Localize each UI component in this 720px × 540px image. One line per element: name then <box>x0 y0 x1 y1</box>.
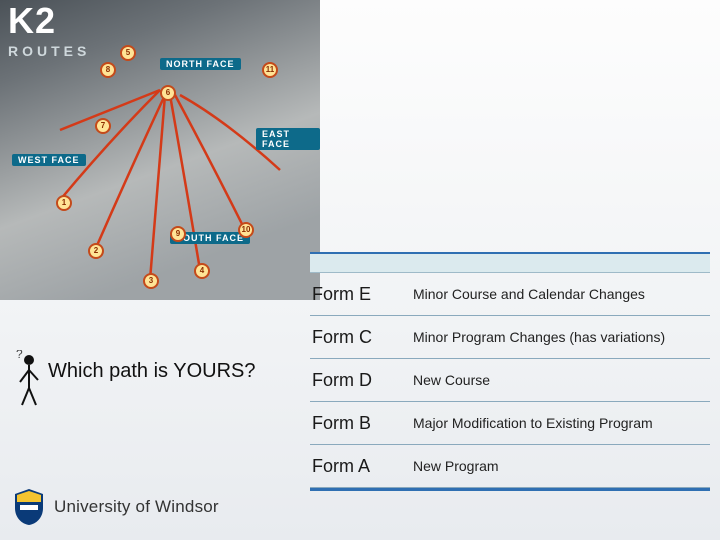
route-marker: 1 <box>56 195 72 211</box>
route-marker: 8 <box>100 62 116 78</box>
table-row: Form C Minor Program Changes (has variat… <box>310 316 710 359</box>
route-marker: 6 <box>160 85 176 101</box>
route-marker: 10 <box>238 222 254 238</box>
table-bottom-rule <box>310 488 710 491</box>
route-marker: 9 <box>170 226 186 242</box>
form-desc: Minor Program Changes (has variations) <box>407 329 710 345</box>
routes-svg <box>0 0 320 300</box>
route-marker: 11 <box>262 62 278 78</box>
route-marker: 2 <box>88 243 104 259</box>
form-desc: Major Modification to Existing Program <box>407 415 710 431</box>
footer: University of Windsor <box>14 488 219 526</box>
label-north-face: NORTH FACE <box>160 58 241 70</box>
route-marker: 4 <box>194 263 210 279</box>
forms-table-header <box>310 254 710 273</box>
table-row: Form D New Course <box>310 359 710 402</box>
forms-table: Form E Minor Course and Calendar Changes… <box>310 252 710 491</box>
table-row: Form B Major Modification to Existing Pr… <box>310 402 710 445</box>
form-code: Form A <box>310 456 407 477</box>
label-west-face: WEST FACE <box>12 154 86 166</box>
table-row: Form E Minor Course and Calendar Changes <box>310 273 710 316</box>
route-marker: 3 <box>143 273 159 289</box>
form-desc: New Course <box>407 372 710 388</box>
thinking-person-icon: ? <box>14 350 44 410</box>
table-row: Form A New Program <box>310 445 710 488</box>
k2-routes-map: K2 ROUTES NORTH FACE WEST FACE EAST FACE… <box>0 0 320 300</box>
form-code: Form B <box>310 413 407 434</box>
university-shield-icon <box>14 488 44 526</box>
question-text: Which path is YOURS? <box>48 360 256 383</box>
form-desc: Minor Course and Calendar Changes <box>407 286 710 302</box>
university-name: University of Windsor <box>54 497 219 517</box>
form-code: Form E <box>310 284 407 305</box>
form-code: Form C <box>310 327 407 348</box>
form-code: Form D <box>310 370 407 391</box>
route-marker: 5 <box>120 45 136 61</box>
form-desc: New Program <box>407 458 710 474</box>
svg-text:?: ? <box>16 350 23 361</box>
label-east-face: EAST FACE <box>256 128 320 150</box>
route-marker: 7 <box>95 118 111 134</box>
